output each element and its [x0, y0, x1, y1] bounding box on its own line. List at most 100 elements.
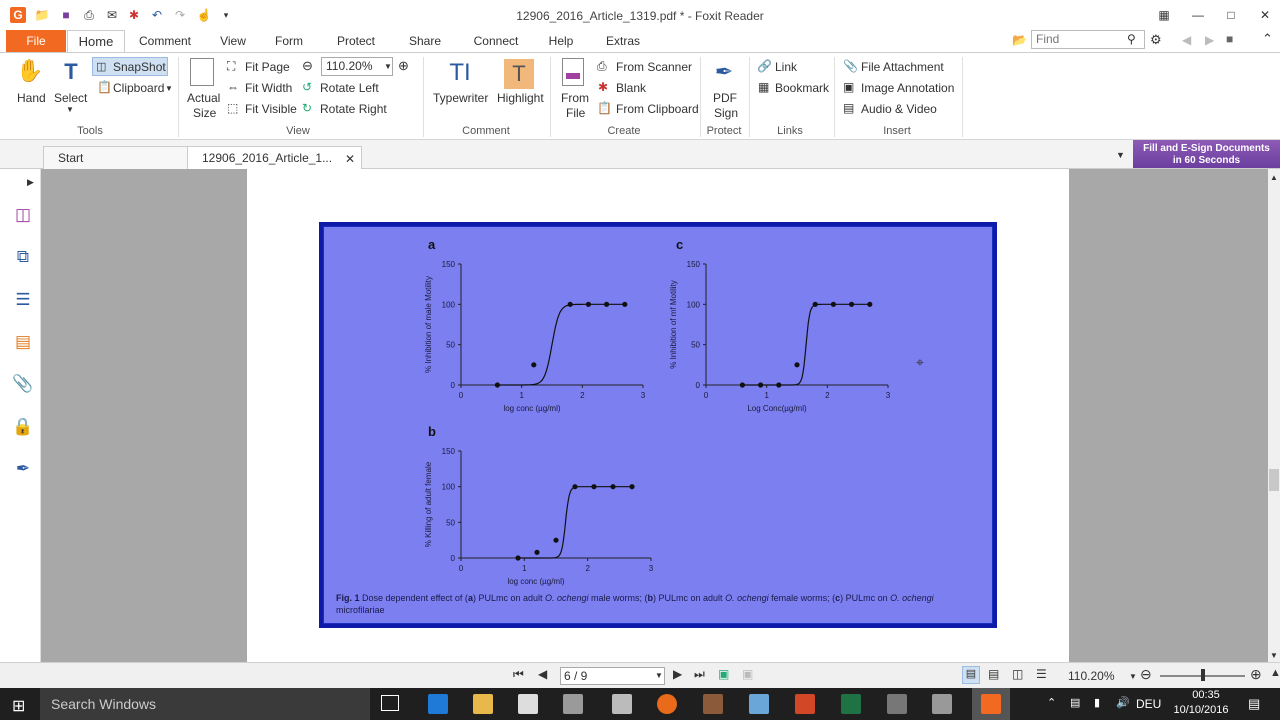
- taskbar-search[interactable]: Search Windows: [40, 688, 370, 720]
- actual-size-icon[interactable]: [190, 58, 214, 86]
- back-icon[interactable]: ◀: [1182, 33, 1191, 47]
- tab-file[interactable]: File: [6, 30, 66, 52]
- app-icon[interactable]: [932, 694, 952, 714]
- zoom-in-icon[interactable]: ⊕: [398, 58, 409, 74]
- network-icon[interactable]: ▤: [1070, 696, 1080, 709]
- tab-list-chevron-icon[interactable]: ▼: [1116, 150, 1125, 160]
- stack-icon[interactable]: ☰: [12, 289, 34, 311]
- single-page-icon[interactable]: ▤: [962, 666, 980, 684]
- close-button[interactable]: ✕: [1254, 5, 1276, 25]
- file-attachment-button[interactable]: File Attachment: [861, 60, 944, 74]
- last-page-icon[interactable]: ⏭: [694, 667, 705, 682]
- volume-icon[interactable]: 🔊: [1116, 696, 1130, 709]
- scroll-down-icon[interactable]: ▼: [1270, 651, 1278, 660]
- search-icon[interactable]: ⚲: [1127, 32, 1136, 46]
- excel-icon[interactable]: [841, 694, 861, 714]
- app-icon[interactable]: [703, 694, 723, 714]
- account-icon[interactable]: ■: [1226, 32, 1233, 46]
- rotate-right-button[interactable]: Rotate Right: [320, 102, 387, 116]
- layers-icon[interactable]: ⧉: [12, 246, 34, 268]
- audio-video-button[interactable]: Audio & Video: [861, 102, 937, 116]
- next-page-icon[interactable]: ▶: [673, 667, 682, 681]
- highlight-icon[interactable]: T: [504, 59, 534, 89]
- tray-chevron-icon[interactable]: ⌃: [1047, 696, 1056, 709]
- fit-width-button[interactable]: Fit Width: [245, 81, 292, 95]
- notifications-icon[interactable]: ▤: [1248, 696, 1260, 712]
- fit-visible-button[interactable]: Fit Visible: [245, 102, 297, 116]
- tab-protect[interactable]: Protect: [326, 30, 386, 52]
- from-file-label-1[interactable]: From: [561, 91, 589, 105]
- zoom-slider-thumb[interactable]: [1201, 669, 1205, 681]
- foxit-taskbar-icon[interactable]: [981, 694, 1001, 714]
- prev-page-icon[interactable]: ◀: [538, 667, 547, 681]
- expand-panel-icon[interactable]: ▶: [27, 177, 34, 188]
- explorer-icon[interactable]: [473, 694, 493, 714]
- link-button[interactable]: Link: [775, 60, 797, 74]
- from-scanner-button[interactable]: From Scanner: [616, 60, 692, 74]
- actual-size-label-2[interactable]: Size: [193, 106, 216, 120]
- settings-icon[interactable]: ⚙: [1150, 32, 1162, 48]
- zoom-level[interactable]: 110.20%: [1068, 669, 1114, 683]
- firefox-icon[interactable]: [657, 694, 677, 714]
- chevron-down-icon[interactable]: ▼: [655, 671, 663, 680]
- page-number-input[interactable]: 6 / 9: [560, 667, 665, 685]
- select-button[interactable]: Select: [54, 91, 87, 105]
- bookmark-button[interactable]: Bookmark: [775, 81, 829, 95]
- tab-home[interactable]: Home: [67, 30, 125, 52]
- edge-icon[interactable]: [428, 694, 448, 714]
- facing-icon[interactable]: ◫: [1012, 667, 1023, 681]
- store-icon[interactable]: [518, 694, 538, 714]
- hand-icon[interactable]: ✋: [16, 58, 43, 84]
- next-view-icon[interactable]: ▣: [742, 667, 753, 681]
- collapse-ribbon-icon[interactable]: ⌃: [1262, 31, 1273, 47]
- task-view-icon[interactable]: [381, 695, 399, 711]
- zoom-select[interactable]: 110.20%: [321, 57, 393, 76]
- hand-button[interactable]: Hand: [17, 91, 46, 105]
- windows-start-icon[interactable]: ⊞: [12, 696, 25, 716]
- minimize-button[interactable]: —: [1187, 5, 1209, 25]
- zoom-out-icon[interactable]: ⊖: [1140, 666, 1152, 683]
- selected-figure[interactable]: a 0 50 100 150 0 1 2 3 log conc (µg/ml)% Inhibiti…: [319, 222, 997, 628]
- image-annotation-button[interactable]: Image Annotation: [861, 81, 954, 95]
- typewriter-button[interactable]: Typewriter: [433, 91, 488, 105]
- language-indicator[interactable]: DEU: [1136, 697, 1161, 711]
- page-thumbnails-icon[interactable]: ◫: [12, 204, 34, 226]
- comments-icon[interactable]: ▤: [12, 331, 34, 353]
- zoom-in-icon[interactable]: ⊕: [1250, 666, 1262, 683]
- previous-view-icon[interactable]: ▣: [718, 667, 729, 681]
- lock-icon[interactable]: 🔒: [12, 416, 34, 438]
- signature-icon[interactable]: ✒: [12, 458, 34, 480]
- typewriter-icon[interactable]: TI: [446, 59, 474, 87]
- tab-help[interactable]: Help: [538, 30, 584, 52]
- continuous-facing-icon[interactable]: ☰: [1036, 667, 1047, 681]
- tab-view[interactable]: View: [210, 30, 256, 52]
- chevron-down-icon[interactable]: ▼: [384, 62, 392, 71]
- blank-button[interactable]: Blank: [616, 81, 646, 95]
- app-icon[interactable]: [887, 694, 907, 714]
- from-file-label-2[interactable]: File: [566, 106, 585, 120]
- scroll-up-icon[interactable]: ▲: [1270, 667, 1280, 679]
- pdf-sign-label-2[interactable]: Sign: [714, 106, 738, 120]
- pen-icon[interactable]: ✒: [710, 58, 738, 86]
- search-folder-icon[interactable]: 📂: [1012, 33, 1028, 47]
- tab-extras[interactable]: Extras: [597, 30, 649, 52]
- attachment-icon[interactable]: 📎: [12, 373, 34, 395]
- battery-icon[interactable]: ▮: [1094, 696, 1100, 709]
- tab-share[interactable]: Share: [398, 30, 452, 52]
- zoom-out-icon[interactable]: ⊖: [302, 58, 313, 74]
- tab-form[interactable]: Form: [265, 30, 313, 52]
- actual-size-label-1[interactable]: Actual: [187, 91, 220, 105]
- ribbon-options-icon[interactable]: ▦: [1153, 5, 1175, 25]
- from-file-icon[interactable]: [562, 58, 584, 86]
- fit-page-button[interactable]: Fit Page: [245, 60, 290, 74]
- highlight-button[interactable]: Highlight: [497, 91, 544, 105]
- chevron-down-icon[interactable]: ▼: [1129, 672, 1137, 681]
- tab-comment[interactable]: Comment: [130, 30, 200, 52]
- clock-date[interactable]: 10/10/2016: [1170, 704, 1232, 716]
- first-page-icon[interactable]: ⏮: [513, 667, 524, 682]
- app-icon[interactable]: [612, 694, 632, 714]
- forward-icon[interactable]: ▶: [1205, 33, 1214, 47]
- scroll-up-icon[interactable]: ▲: [1270, 173, 1278, 182]
- app-icon[interactable]: [563, 694, 583, 714]
- powerpoint-icon[interactable]: [795, 694, 815, 714]
